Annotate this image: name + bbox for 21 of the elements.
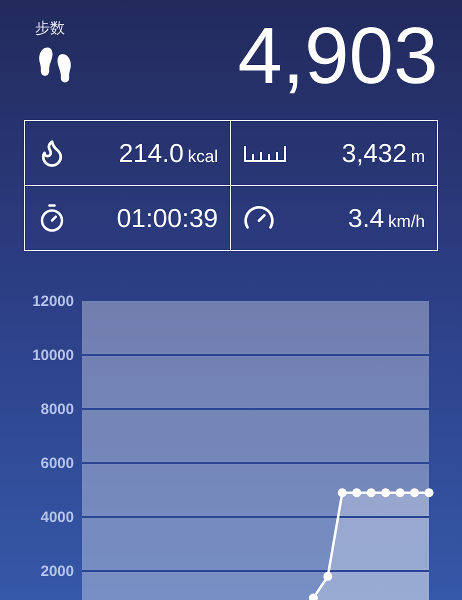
data-point	[381, 488, 390, 498]
axis-label: 8000	[40, 401, 74, 418]
stat-value: 214.0 kcal	[118, 136, 218, 170]
steps-label: 步数	[35, 19, 65, 39]
axis-label: 6000	[40, 455, 74, 472]
axis-label: 4000	[40, 509, 74, 526]
data-point	[352, 488, 362, 498]
axis-label: 10000	[32, 347, 74, 364]
stat-value: 01:00:39	[116, 202, 218, 234]
data-point	[308, 594, 318, 600]
data-point	[410, 488, 420, 498]
axis-label: 2000	[40, 563, 74, 580]
data-point	[396, 488, 405, 498]
data-point	[424, 488, 434, 498]
step-count: 4,903	[238, 16, 438, 96]
stat-value: 3,432 m	[342, 136, 425, 170]
data-point	[338, 488, 347, 498]
stat-value: 3.4 km/h	[348, 202, 425, 234]
data-point	[366, 488, 376, 498]
axis-label: 12000	[32, 293, 74, 310]
data-point	[323, 572, 332, 581]
